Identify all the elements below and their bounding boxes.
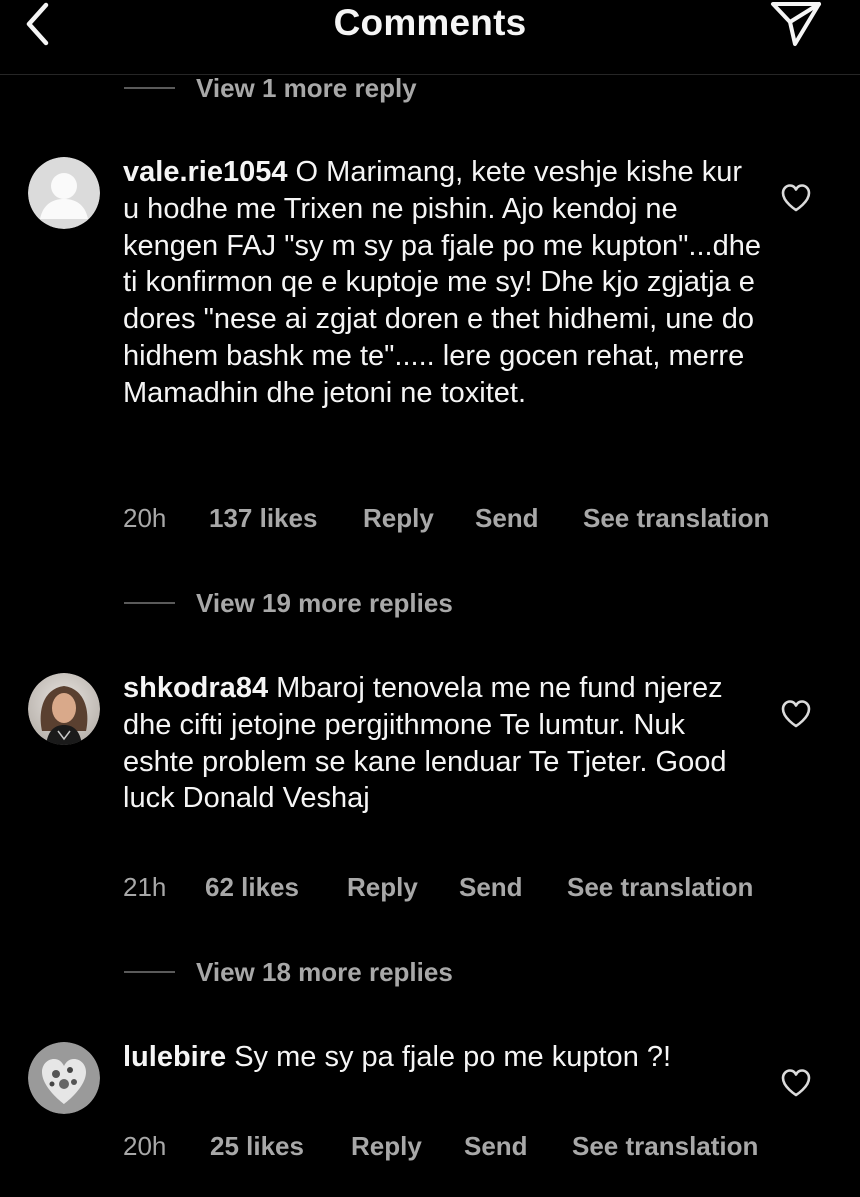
- see-translation-button[interactable]: See translation: [572, 1131, 758, 1162]
- comment-username[interactable]: shkodra84: [123, 672, 268, 704]
- send-button[interactable]: Send: [464, 1131, 528, 1162]
- avatar[interactable]: [28, 1042, 100, 1114]
- divider-line: [124, 971, 175, 973]
- page-title: Comments: [333, 2, 527, 43]
- view-more-replies-link[interactable]: View 1 more reply: [124, 70, 417, 106]
- heart-icon[interactable]: [780, 1068, 812, 1098]
- avatar-placeholder[interactable]: [28, 157, 100, 229]
- paper-plane-icon[interactable]: [768, 0, 824, 48]
- comment-text: lulebire Sy me sy pa fjale po me kupton …: [123, 1039, 763, 1076]
- see-translation-button[interactable]: See translation: [583, 503, 769, 534]
- see-translation-button[interactable]: See translation: [567, 872, 753, 903]
- comment-timestamp: 21h: [123, 872, 167, 902]
- avatar[interactable]: [28, 673, 100, 745]
- reply-button[interactable]: Reply: [347, 872, 418, 903]
- header-bar: Comments: [0, 0, 860, 75]
- likes-count-button[interactable]: 25 likes: [210, 1131, 304, 1162]
- send-button[interactable]: Send: [459, 872, 523, 903]
- heart-icon[interactable]: [780, 699, 812, 729]
- default-avatar-icon: [28, 157, 100, 229]
- send-button[interactable]: Send: [475, 503, 539, 534]
- comment-text: shkodra84 Mbaroj tenovela me ne fund nje…: [123, 670, 763, 817]
- view-more-replies-link[interactable]: View 18 more replies: [124, 954, 453, 990]
- divider-line: [124, 602, 175, 604]
- view-more-replies-label: View 1 more reply: [196, 72, 417, 103]
- reply-button[interactable]: Reply: [363, 503, 434, 534]
- comment-timestamp: 20h: [123, 503, 167, 533]
- heart-icon[interactable]: [780, 183, 812, 213]
- view-more-replies-label: View 19 more replies: [196, 587, 453, 618]
- view-more-replies-label: View 18 more replies: [196, 956, 453, 987]
- comment-username[interactable]: vale.rie1054: [123, 156, 287, 188]
- divider-line: [124, 87, 175, 89]
- comment-message: Sy me sy pa fjale po me kupton ?!: [234, 1041, 672, 1073]
- comment-text: vale.rie1054 O Marimang, kete veshje kis…: [123, 154, 763, 412]
- comment-username[interactable]: lulebire: [123, 1041, 226, 1073]
- user-photo-avatar: [28, 673, 100, 745]
- comment-timestamp: 20h: [123, 1131, 167, 1161]
- comment-message: O Marimang, kete veshje kishe kur u hodh…: [123, 156, 761, 409]
- likes-count-button[interactable]: 137 likes: [209, 503, 317, 534]
- reply-button[interactable]: Reply: [351, 1131, 422, 1162]
- user-photo-avatar: [28, 1042, 100, 1114]
- view-more-replies-link[interactable]: View 19 more replies: [124, 585, 453, 621]
- likes-count-button[interactable]: 62 likes: [205, 872, 299, 903]
